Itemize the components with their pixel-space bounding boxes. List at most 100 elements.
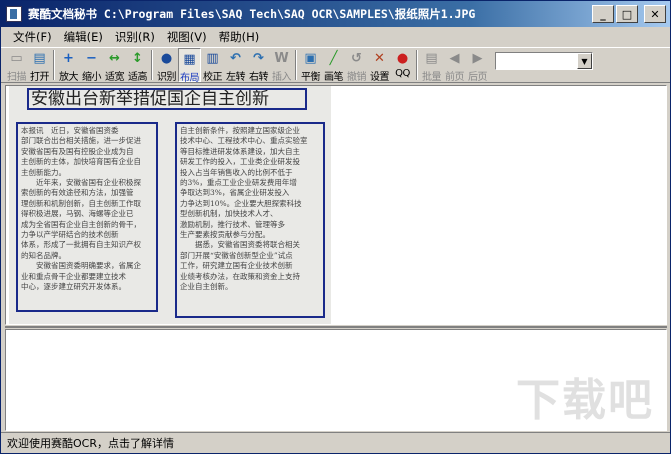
dropdown-arrow-icon[interactable]: ▼ — [577, 53, 592, 69]
undo-label: 撤销 — [347, 72, 367, 83]
rotate-right-button[interactable]: ↷ 右转 — [247, 48, 270, 83]
prev-page-icon: ◀ — [449, 51, 460, 66]
batch-label: 批量 — [422, 72, 442, 83]
scan-label: 扫描 — [7, 72, 27, 83]
scan-text-line: 主创新的主体，加快培育国有企业自 — [21, 157, 141, 167]
scan-text-line: 主创新能力。 — [21, 167, 66, 177]
rotate-right-label: 右转 — [249, 72, 269, 83]
app-icon[interactable] — [6, 6, 22, 22]
qq-penguin-icon: ● — [396, 51, 409, 66]
qq-label: QQ — [395, 68, 410, 79]
scan-text-line: 业和重点骨干企业都要建立技术 — [21, 271, 126, 281]
toolbar-separator — [151, 50, 153, 80]
recognize-label: 识别 — [157, 72, 177, 83]
zoom-out-button[interactable]: − 缩小 — [80, 48, 103, 83]
balance-button[interactable]: ▣ 平衡 — [299, 48, 322, 83]
zoom-in-label: 放大 — [59, 72, 79, 83]
rotate-left-button[interactable]: ↶ 左转 — [224, 48, 247, 83]
fit-width-button[interactable]: ↔ 适宽 — [103, 48, 126, 83]
scan-text-line: 业绩考核办法，在政策和资金上支持 — [180, 271, 300, 281]
scanned-newspaper-image[interactable]: 安徽出台新举措促国企自主创新 本报讯 近日，安徽省国资委 部门联合出台相关措施，进… — [9, 86, 331, 324]
brush-label: 画笔 — [324, 72, 344, 83]
layout-label: 布局 — [180, 73, 200, 84]
scan-text-line: 据悉，安徽省国资委将联合相关 — [180, 240, 300, 250]
recognize-icon: ● — [160, 51, 173, 66]
zoom-in-button[interactable]: + 放大 — [57, 48, 80, 83]
title-bar[interactable]: 赛酷文档秘书 C:\Program Files\SAQ Tech\SAQ OCR… — [1, 1, 670, 27]
tools-icon: ✕ — [374, 51, 385, 66]
scan-text-line: 工作，研究建立国有企业技术创新 — [180, 261, 293, 271]
scan-text-line: 力争达到10%。企业要大胆探索科技 — [180, 198, 302, 208]
scan-text-line: 等目标推进研发体系建设，加大自主 — [180, 146, 300, 156]
scan-text-line: 部门开展“安徽省创新型企业”试点 — [180, 250, 293, 260]
menu-help[interactable]: 帮助(H) — [213, 29, 266, 45]
zoom-out-label: 缩小 — [82, 72, 102, 83]
layout-button[interactable]: ▦ 布局 — [178, 48, 201, 84]
menu-file[interactable]: 文件(F) — [7, 29, 58, 45]
pane-splitter[interactable] — [5, 326, 667, 328]
scan-text-line: 安徽省国资委明确要求，省属企 — [21, 261, 141, 271]
insert-button[interactable]: W 插入 — [270, 48, 293, 83]
image-pane[interactable]: 安徽出台新举措促国企自主创新 本报讯 近日，安徽省国资委 部门联合出台相关措施，进… — [5, 85, 667, 325]
text-region-column-1[interactable]: 本报讯 近日，安徽省国资委 部门联合出台相关措施，进一步促进 安徽省国有及国有控股企… — [16, 122, 158, 312]
scan-text-line: 激励机制，推行技术、管理等多 — [180, 219, 285, 229]
menu-bar: 文件(F) 编辑(E) 识别(R) 视图(V) 帮助(H) — [1, 28, 670, 46]
scan-text-line: 生产要素按贡献参与分配。 — [180, 230, 270, 240]
scan-text-line: 成为全省国有企业自主创新的骨干， — [21, 219, 141, 229]
scan-text-line: 企业自主创新。 — [180, 282, 233, 292]
menu-edit[interactable]: 编辑(E) — [58, 29, 109, 45]
open-label: 打开 — [30, 72, 50, 83]
fit-width-icon: ↔ — [109, 51, 120, 66]
proofread-icon: ▥ — [206, 51, 219, 66]
proofread-label: 校正 — [203, 72, 223, 83]
toolbar: ▭ 扫描 ▤ 打开 + 放大 − 缩小 ↔ 适宽 ↕ 适高 ● 识别 ▦ 布局 ▥ 校正 ↶ 左转 ↷ 右转 W 插入 ▣ 平衡 ╱… — [1, 47, 670, 84]
toolbar-separator — [295, 50, 297, 80]
ocr-text-pane[interactable]: 下载吧 — [5, 329, 667, 431]
window-controls: _ □ ✕ — [592, 5, 666, 23]
page-select[interactable]: ▼ — [495, 52, 593, 70]
batch-icon: ▤ — [425, 51, 438, 66]
settings-button[interactable]: ✕ 设置 — [368, 48, 391, 83]
balance-label: 平衡 — [301, 72, 321, 83]
scan-text-line: 的知名品牌。 — [21, 250, 66, 260]
brush-icon: ╱ — [329, 51, 338, 66]
close-button[interactable]: ✕ — [644, 5, 666, 23]
undo-button[interactable]: ↺ 撤销 — [345, 48, 368, 83]
next-page-label: 后页 — [468, 72, 488, 83]
scan-text-line: 自主创新条件，按照建立国家级企业 — [180, 126, 300, 135]
prev-page-button[interactable]: ◀ 前页 — [443, 48, 466, 83]
settings-label: 设置 — [370, 72, 390, 83]
fit-height-button[interactable]: ↕ 适高 — [126, 48, 149, 83]
layout-icon: ▦ — [183, 52, 196, 67]
fit-width-label: 适宽 — [105, 72, 125, 83]
proofread-button[interactable]: ▥ 校正 — [201, 48, 224, 83]
qq-button[interactable]: ● QQ — [391, 48, 414, 82]
scan-text-line: 技术中心、工程技术中心、重点实验室 — [180, 136, 308, 146]
next-page-button[interactable]: ▶ 后页 — [466, 48, 489, 83]
scan-text-line: 研发工作的投入，工业类企业研发投 — [180, 157, 300, 167]
toolbar-separator — [416, 50, 418, 80]
menu-view[interactable]: 视图(V) — [161, 29, 213, 45]
scan-text-line: 索创新的有效途径和方法，加强管 — [21, 188, 134, 198]
text-region-column-2[interactable]: 自主创新条件，按照建立国家级企业 技术中心、工程技术中心、重点实验室 等目标推进研发… — [175, 122, 325, 318]
batch-button[interactable]: ▤ 批量 — [420, 48, 443, 83]
next-page-icon: ▶ — [472, 51, 483, 66]
fit-height-icon: ↕ — [132, 51, 143, 66]
open-button[interactable]: ▤ 打开 — [28, 48, 51, 83]
scan-text-line: 理创新和机制创新，自主创新工作取 — [21, 198, 141, 208]
headline-region[interactable]: 安徽出台新举措促国企自主创新 — [27, 88, 307, 110]
rotate-left-icon: ↶ — [230, 51, 241, 66]
scanner-icon: ▭ — [10, 51, 23, 66]
scan-text-line: 安徽省国有及国有控股企业成为自 — [21, 146, 134, 156]
scan-text-line: 投入占当年销售收入的比例不低于 — [180, 167, 293, 177]
menu-recognize[interactable]: 识别(R) — [109, 29, 161, 45]
recognize-button[interactable]: ● 识别 — [155, 48, 178, 83]
insert-label: 插入 — [272, 72, 292, 83]
scan-text-line: 的3%，重点工业企业研发费用年增 — [180, 178, 297, 188]
status-text[interactable]: 欢迎使用赛酷OCR，点击了解详情 — [7, 435, 174, 451]
scan-text-line: 中心，逐步建立研究开发体系。 — [21, 282, 126, 292]
scan-button[interactable]: ▭ 扫描 — [5, 48, 28, 83]
brush-button[interactable]: ╱ 画笔 — [322, 48, 345, 83]
maximize-button[interactable]: □ — [616, 5, 638, 23]
minimize-button[interactable]: _ — [592, 5, 614, 23]
